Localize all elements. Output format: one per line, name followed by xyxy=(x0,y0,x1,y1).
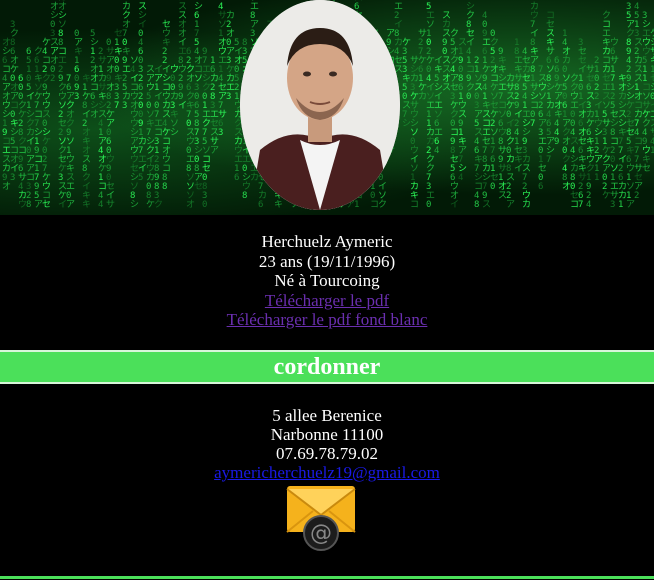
email-link[interactable]: aymericherchuelz19@gmail.com xyxy=(214,463,440,482)
svg-text:4: 4 xyxy=(458,173,463,183)
svg-text:セ: セ xyxy=(642,163,651,174)
address-line1: 5 allee Berenice xyxy=(272,406,382,425)
svg-text:7: 7 xyxy=(578,200,583,210)
svg-text:コ: コ xyxy=(410,200,419,210)
svg-text:8: 8 xyxy=(162,182,167,192)
svg-text:2: 2 xyxy=(634,191,639,201)
svg-text:8: 8 xyxy=(474,200,479,210)
svg-text:3: 3 xyxy=(226,92,231,102)
page: オシ6コ4アオウシ19コエスカ9オ3ク86オケ0オアコ0キシ5コオイ3600クケ… xyxy=(0,0,654,580)
svg-text:3: 3 xyxy=(122,101,127,111)
svg-text:3: 3 xyxy=(74,92,79,102)
download-pdf-white-link[interactable]: Télécharger le pdf fond blanc xyxy=(227,310,428,329)
svg-text:1: 1 xyxy=(650,146,654,156)
svg-text:1: 1 xyxy=(618,200,623,210)
svg-text:サ: サ xyxy=(106,199,115,210)
profile-age: 23 ans (19/11/1996) xyxy=(258,251,396,271)
matrix-header-background: オシ6コ4アオウシ19コエスカ9オ3ク86オケ0オアコ0キシ5コオイ3600クケ… xyxy=(0,0,654,215)
svg-text:3: 3 xyxy=(10,173,15,183)
address-line2: Narbonne 11100 xyxy=(270,425,384,444)
svg-text:6: 6 xyxy=(234,173,239,183)
svg-text:8: 8 xyxy=(26,200,31,210)
svg-text:9: 9 xyxy=(554,137,559,147)
svg-text:イ: イ xyxy=(450,200,459,210)
svg-text:シ: シ xyxy=(170,128,179,138)
svg-text:カ: カ xyxy=(522,199,531,210)
svg-text:ア: ア xyxy=(506,200,515,210)
svg-text:ア: ア xyxy=(66,200,75,210)
svg-text:4: 4 xyxy=(98,200,103,210)
svg-text:0: 0 xyxy=(202,200,207,210)
svg-text:セ: セ xyxy=(42,199,51,210)
svg-text:オ: オ xyxy=(186,199,195,210)
phone-number: 07.69.78.79.02 xyxy=(276,444,378,463)
download-pdf-link[interactable]: Télécharger le pdf xyxy=(265,291,389,310)
svg-text:ク: ク xyxy=(154,199,163,210)
svg-text:@: @ xyxy=(310,521,332,546)
contact-info: 5 allee Berenice Narbonne 11100 07.69.78… xyxy=(0,406,654,482)
profile-birthplace: Né à Tourcoing xyxy=(274,271,380,290)
profile-info: Herchuelz Aymeric 23 ans (19/11/1996) Né… xyxy=(0,232,654,330)
svg-text:7: 7 xyxy=(114,101,119,111)
svg-text:1: 1 xyxy=(594,173,599,183)
svg-text:シ: シ xyxy=(130,200,139,210)
svg-text:キ: キ xyxy=(82,200,91,210)
bottom-divider xyxy=(0,576,654,579)
svg-text:7: 7 xyxy=(546,155,551,165)
svg-text:5: 5 xyxy=(138,173,143,183)
svg-text:6: 6 xyxy=(538,182,543,192)
envelope-at-icon[interactable]: @ xyxy=(285,483,357,553)
svg-text:ス: ス xyxy=(482,200,491,210)
svg-text:7: 7 xyxy=(530,119,535,129)
svg-text:2: 2 xyxy=(50,74,55,84)
svg-text:3: 3 xyxy=(610,200,615,210)
section-title: cordonner xyxy=(273,354,381,380)
section-header: cordonner xyxy=(0,350,654,384)
svg-text:3: 3 xyxy=(218,128,223,138)
profile-photo xyxy=(240,0,400,210)
profile-name: Herchuelz Aymeric xyxy=(261,232,393,251)
svg-text:0: 0 xyxy=(466,92,471,102)
svg-text:4: 4 xyxy=(434,146,439,156)
svg-text:0: 0 xyxy=(426,200,431,210)
svg-text:ア: ア xyxy=(626,200,635,210)
svg-text:4: 4 xyxy=(586,200,591,210)
svg-text:0: 0 xyxy=(490,182,495,192)
svg-text:ア: ア xyxy=(210,146,219,156)
